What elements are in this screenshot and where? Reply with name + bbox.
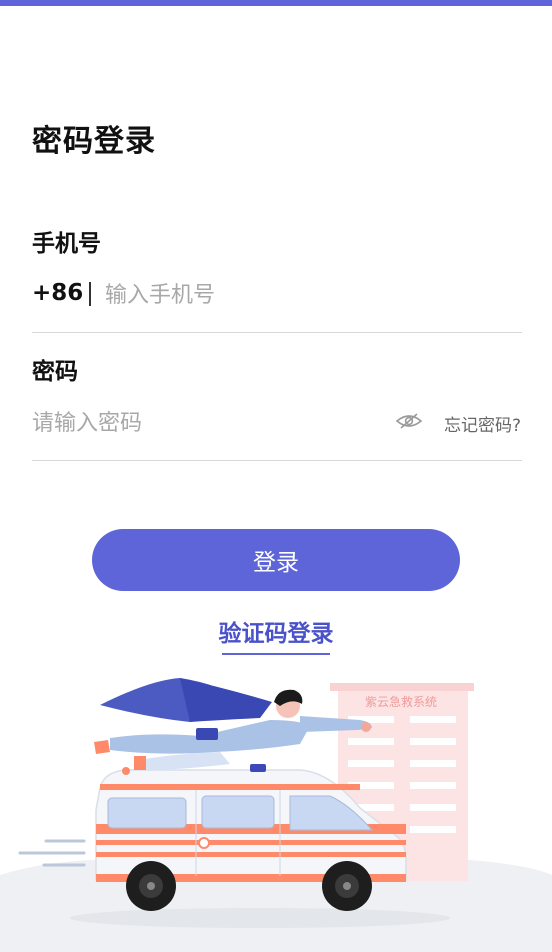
- flying-hero: [94, 678, 372, 770]
- building-sign: 紫云急救系统: [365, 694, 437, 709]
- eye-slash-icon[interactable]: [396, 412, 422, 430]
- password-label: 密码: [32, 359, 78, 385]
- password-underline: [32, 460, 522, 461]
- password-input[interactable]: [32, 406, 372, 440]
- rear-wheel: [322, 861, 372, 911]
- sms-login-link[interactable]: 验证码登录: [0, 614, 552, 648]
- country-code-divider: [89, 282, 91, 306]
- front-wheel: [126, 861, 176, 911]
- phone-input[interactable]: [105, 278, 505, 312]
- sms-login-underline: [222, 653, 330, 655]
- ground-ellipse: [70, 908, 450, 928]
- page-title: 密码登录: [32, 124, 156, 159]
- phone-label: 手机号: [32, 231, 101, 257]
- phone-input-row: +86: [32, 278, 522, 314]
- phone-underline: [32, 332, 522, 333]
- ambulance-illustration: 紫云急救系统: [0, 678, 552, 952]
- top-accent-bar: [0, 0, 552, 6]
- forgot-password-link[interactable]: 忘记密码?: [444, 411, 521, 436]
- country-code[interactable]: +86: [32, 280, 83, 306]
- login-button[interactable]: 登录: [92, 529, 460, 591]
